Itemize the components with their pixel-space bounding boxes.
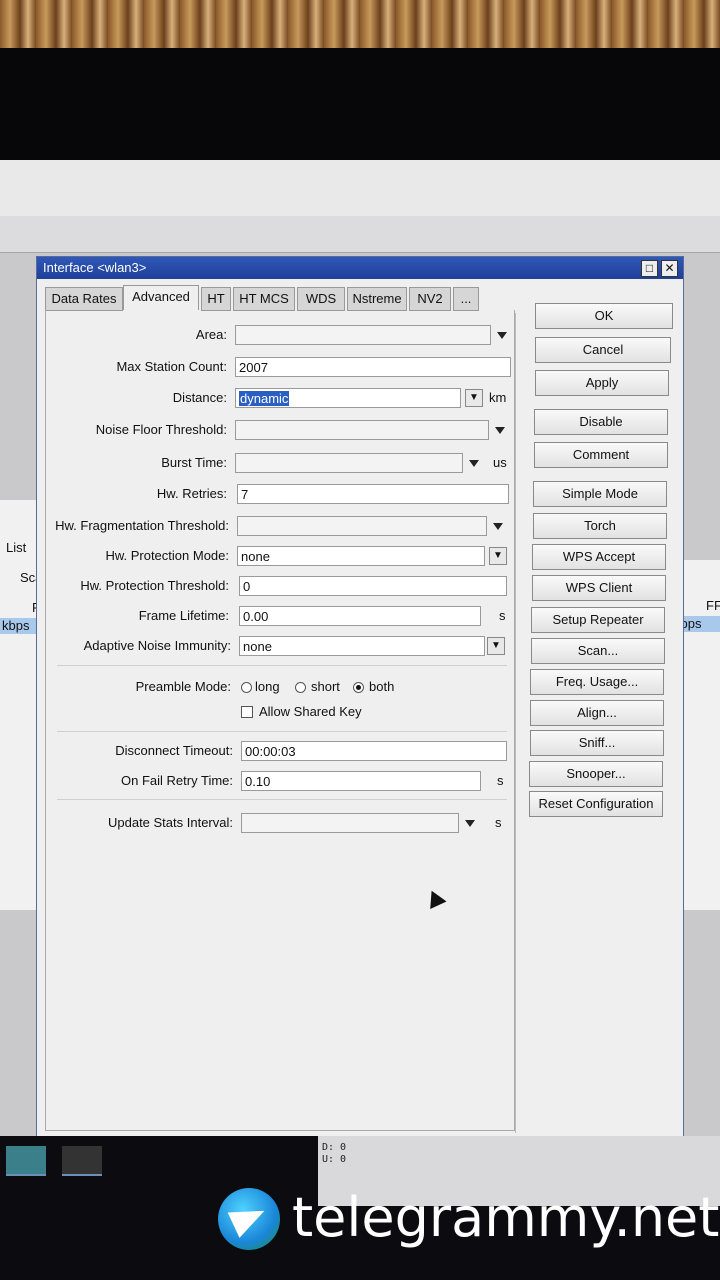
frame-lifetime-label: Frame Lifetime: [138,608,229,623]
scan-button[interactable]: Scan... [531,638,665,664]
max-station-count-label: Max Station Count: [116,359,227,374]
hw-protection-mode-field[interactable]: none [237,546,485,566]
dialog-title: Interface <wlan3> [43,260,147,275]
adaptive-noise-immunity-field[interactable]: none [239,636,485,656]
distance-field[interactable]: dynamic [235,388,461,408]
tray-download: D: 0 [322,1142,347,1153]
area-label: Area: [195,327,227,342]
burst-time-dropdown-arrow-icon[interactable] [469,460,479,467]
preamble-short-radio[interactable] [295,682,306,693]
taskbar-app-icon[interactable] [6,1146,46,1176]
noise-floor-threshold-field[interactable] [235,420,489,440]
sniff-button[interactable]: Sniff... [530,730,664,756]
update-stats-dropdown-arrow-icon[interactable] [465,820,475,827]
bg-column-ff: FF [706,598,720,613]
disable-button[interactable]: Disable [534,409,668,435]
distance-value: dynamic [239,391,290,406]
background-curtain [0,0,720,48]
watermark-text: telegrammy.net [292,1186,720,1249]
tab-advanced[interactable]: Advanced [123,285,199,310]
tab-ht[interactable]: HT [201,287,231,311]
adaptive-noise-immunity-label: Adaptive Noise Immunity: [83,638,231,653]
snooper-button[interactable]: Snooper... [529,761,663,787]
preamble-both-radio[interactable] [353,682,364,693]
screen: List Sca R kbps FF kbps Interface <wlan3… [0,160,720,1136]
burst-time-label: Burst Time: [161,455,227,470]
allow-shared-key-label: Allow Shared Key [259,704,362,719]
tab-ht-mcs[interactable]: HT MCS [233,287,295,311]
tab-data-rates[interactable]: Data Rates [45,287,123,311]
update-stats-interval-field[interactable] [241,813,459,833]
separator [57,665,507,666]
separator [57,799,507,800]
hw-fragmentation-threshold-field[interactable] [237,516,487,536]
tab-more[interactable]: ... [453,287,479,311]
tray-upload: U: 0 [322,1154,347,1165]
wps-accept-button[interactable]: WPS Accept [532,544,666,570]
freq-usage-button[interactable]: Freq. Usage... [530,669,664,695]
bg-list-tab[interactable]: List [6,540,26,555]
area-field[interactable] [235,325,491,345]
on-fail-retry-time-label: On Fail Retry Time: [121,773,233,788]
ok-button[interactable]: OK [535,303,673,329]
close-icon[interactable]: ✕ [661,260,678,277]
tab-nv2[interactable]: NV2 [409,287,451,311]
burst-time-field[interactable] [235,453,463,473]
interface-dialog: Interface <wlan3> □ ✕ Data Rates Advance… [36,256,684,1136]
winbox-toolbar-secondary [0,216,720,253]
button-column-divider [515,313,516,1133]
preamble-mode-label: Preamble Mode: [135,679,231,694]
disconnect-timeout-label: Disconnect Timeout: [115,743,233,758]
distance-dropdown-icon[interactable]: ▼ [465,389,483,407]
preamble-both-label: both [369,679,395,694]
distance-unit: km [489,390,507,405]
setup-repeater-button[interactable]: Setup Repeater [531,607,665,633]
frame-lifetime-unit: s [499,608,506,623]
burst-time-unit: us [493,455,507,470]
align-button[interactable]: Align... [530,700,664,726]
noise-floor-threshold-label: Noise Floor Threshold: [95,422,227,437]
maximize-icon[interactable]: □ [641,260,658,277]
preamble-long-radio[interactable] [241,682,252,693]
apply-button[interactable]: Apply [535,370,669,396]
frame-lifetime-field[interactable]: 0.00 [239,606,481,626]
hw-protection-threshold-field[interactable]: 0 [239,576,507,596]
preamble-short-label: short [311,679,340,694]
dialog-titlebar[interactable]: Interface <wlan3> □ ✕ [37,257,683,279]
tab-wds[interactable]: WDS [297,287,345,311]
on-fail-retry-time-field[interactable]: 0.10 [241,771,481,791]
cancel-button[interactable]: Cancel [535,337,671,363]
torch-button[interactable]: Torch [533,513,667,539]
hw-protection-mode-dropdown-icon[interactable]: ▼ [489,547,507,565]
preamble-long-label: long [255,679,280,694]
monitor-bezel [0,48,720,160]
hw-fragmentation-dropdown-arrow-icon[interactable] [493,523,503,530]
tab-nstreme[interactable]: Nstreme [347,287,407,311]
wps-client-button[interactable]: WPS Client [532,575,666,601]
reset-configuration-button[interactable]: Reset Configuration [529,791,663,817]
distance-label: Distance: [172,390,227,405]
update-stats-interval-unit: s [495,815,502,830]
on-fail-retry-time-unit: s [497,773,504,788]
update-stats-interval-label: Update Stats Interval: [107,815,233,830]
allow-shared-key-checkbox[interactable] [241,706,253,718]
adaptive-noise-immunity-dropdown-icon[interactable]: ▼ [487,637,505,655]
hw-retries-label: Hw. Retries: [156,486,227,501]
disconnect-timeout-field[interactable]: 00:00:03 [241,741,507,761]
comment-button[interactable]: Comment [534,442,668,468]
simple-mode-button[interactable]: Simple Mode [533,481,667,507]
taskbar-game-icon[interactable] [62,1146,102,1176]
max-station-count-field[interactable]: 2007 [235,357,511,377]
winbox-toolbar [0,160,720,217]
hw-fragmentation-threshold-label: Hw. Fragmentation Threshold: [55,518,229,533]
area-dropdown-arrow-icon[interactable] [497,332,507,339]
noise-floor-dropdown-arrow-icon[interactable] [495,427,505,434]
hw-protection-threshold-label: Hw. Protection Threshold: [80,578,229,593]
hw-protection-mode-label: Hw. Protection Mode: [105,548,229,563]
hw-retries-field[interactable]: 7 [237,484,509,504]
separator [57,731,507,732]
